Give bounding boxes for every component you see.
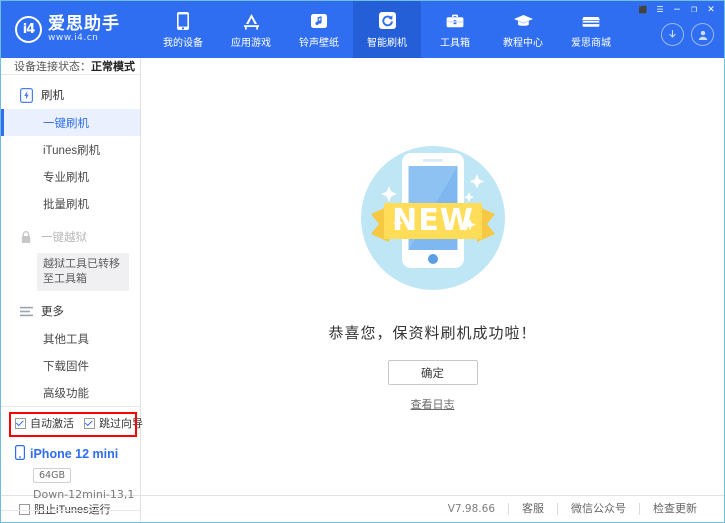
checkbox-label: 跳过向导 <box>99 415 143 431</box>
support-link[interactable]: 客服 <box>508 503 557 515</box>
wechat-link[interactable]: 微信公众号 <box>557 503 639 515</box>
sidebar: 设备连接状态：正常模式 刷机 一键刷机 iTunes刷机 专业刷机 <box>1 58 141 495</box>
sidebar-item-batch-flash[interactable]: 批量刷机 <box>1 190 140 217</box>
nav-label: 爱思商城 <box>571 34 611 49</box>
sidebar-nav: 刷机 一键刷机 iTunes刷机 专业刷机 批量刷机 <box>1 75 140 406</box>
sidebar-item-label: 批量刷机 <box>43 196 89 212</box>
app-body: 设备连接状态：正常模式 刷机 一键刷机 iTunes刷机 专业刷机 <box>1 58 724 495</box>
brand-url: www.i4.cn <box>48 34 120 43</box>
success-message: 恭喜您，保资料刷机成功啦！ <box>328 322 536 343</box>
shop-icon <box>579 10 603 31</box>
main-navigation: 我的设备 应用游戏 铃声壁纸 智能刷机 <box>149 1 625 58</box>
nav-item-my-device[interactable]: 我的设备 <box>149 1 217 58</box>
device-name: iPhone 12 mini <box>30 447 118 461</box>
status-bar-right: V7.98.66 客服 微信公众号 检查更新 <box>141 496 724 522</box>
checkbox-label: 自动激活 <box>30 415 74 431</box>
sidebar-item-pro-flash[interactable]: 专业刷机 <box>1 163 140 190</box>
nav-item-apps-games[interactable]: 应用游戏 <box>217 1 285 58</box>
sidebar-item-one-key-flash[interactable]: 一键刷机 <box>1 109 140 136</box>
music-icon <box>307 10 331 31</box>
device-model: Down-12mini-13,1 <box>33 488 140 501</box>
nav-label: 智能刷机 <box>367 34 407 49</box>
sidebar-item-label: 专业刷机 <box>43 169 89 185</box>
nav-item-tutorials[interactable]: 教程中心 <box>489 1 557 58</box>
main-content: NEW 恭喜您，保资料刷机成功啦！ 确定 查看日志 <box>141 58 724 495</box>
device-capacity: 64GB <box>33 468 71 483</box>
brand-name: 爱思助手 <box>48 15 120 33</box>
sidebar-item-label: iTunes刷机 <box>43 142 100 158</box>
checkbox-skip-wizard[interactable]: 跳过向导 <box>84 415 143 431</box>
checkbox-auto-activate[interactable]: 自动激活 <box>15 415 74 431</box>
toolbox-icon <box>443 10 467 31</box>
confirm-button[interactable]: 确定 <box>388 360 478 385</box>
svg-text:NEW: NEW <box>392 203 474 238</box>
checkbox-box[interactable] <box>15 418 26 429</box>
skin-icon[interactable]: ⬛ <box>636 4 650 16</box>
nav-item-ringtones-wallpaper[interactable]: 铃声壁纸 <box>285 1 353 58</box>
sidebar-group-label: 刷机 <box>41 87 64 103</box>
nav-label: 铃声壁纸 <box>299 34 339 49</box>
lock-icon <box>19 230 33 245</box>
connection-status-label: 设备连接状态： <box>14 58 91 74</box>
header-actions <box>661 23 714 46</box>
phone-icon <box>171 10 195 31</box>
window-controls: ⬛ ☰ − ❐ ✕ <box>636 4 718 16</box>
nav-item-toolbox[interactable]: 工具箱 <box>421 1 489 58</box>
account-icon[interactable] <box>691 23 714 46</box>
flash-icon <box>19 88 33 103</box>
sidebar-item-label: 其他工具 <box>43 331 89 347</box>
version-label: V7.98.66 <box>435 503 508 515</box>
sidebar-group-label: 一键越狱 <box>41 229 87 245</box>
sidebar-group-more[interactable]: 更多 <box>1 297 140 325</box>
refresh-icon <box>375 10 399 31</box>
menu-icon[interactable]: ☰ <box>653 4 667 16</box>
close-icon[interactable]: ✕ <box>704 4 718 16</box>
maximize-icon[interactable]: ❐ <box>687 4 701 16</box>
nav-label: 工具箱 <box>440 34 470 49</box>
jailbreak-tooltip: 越狱工具已转移至工具箱 <box>37 253 129 291</box>
nav-label: 应用游戏 <box>231 34 271 49</box>
new-phone-badge-illustration: NEW <box>341 126 525 310</box>
app-header: i4 爱思助手 www.i4.cn 我的设备 应用游戏 <box>1 1 724 58</box>
list-icon <box>19 304 33 319</box>
view-log-link[interactable]: 查看日志 <box>411 396 455 412</box>
nav-label: 教程中心 <box>503 34 543 49</box>
sidebar-item-advanced[interactable]: 高级功能 <box>1 379 140 406</box>
nav-item-store[interactable]: 爱思商城 <box>557 1 625 58</box>
connected-device[interactable]: iPhone 12 mini 64GB Down-12mini-13,1 <box>1 438 140 511</box>
app-window: i4 爱思助手 www.i4.cn 我的设备 应用游戏 <box>0 0 725 523</box>
sidebar-item-label: 下载固件 <box>43 358 89 374</box>
sidebar-item-download-firmware[interactable]: 下载固件 <box>1 352 140 379</box>
sidebar-bottom: 自动激活 跳过向导 iPhone 12 mini 64 <box>1 406 140 511</box>
sidebar-group-flash[interactable]: 刷机 <box>1 81 140 109</box>
device-name-row: iPhone 12 mini <box>15 445 140 463</box>
sidebar-item-itunes-flash[interactable]: iTunes刷机 <box>1 136 140 163</box>
sidebar-item-other-tools[interactable]: 其他工具 <box>1 325 140 352</box>
sidebar-group-label: 更多 <box>41 303 64 319</box>
nav-label: 我的设备 <box>163 34 203 49</box>
checkbox-box[interactable] <box>84 418 95 429</box>
download-icon[interactable] <box>661 23 684 46</box>
connection-status-value: 正常模式 <box>91 58 135 74</box>
brand-logo[interactable]: i4 爱思助手 www.i4.cn <box>1 15 141 43</box>
appstore-icon <box>239 10 263 31</box>
sidebar-group-jailbreak: 一键越狱 <box>1 223 140 251</box>
connection-status: 设备连接状态：正常模式 <box>1 58 140 75</box>
nav-item-smart-flash[interactable]: 智能刷机 <box>353 1 421 58</box>
brand-text: 爱思助手 www.i4.cn <box>48 15 120 43</box>
flash-options: 自动激活 跳过向导 <box>1 406 140 438</box>
phone-icon <box>15 445 25 463</box>
sidebar-item-label: 一键刷机 <box>43 115 89 131</box>
sidebar-item-label: 高级功能 <box>43 385 89 401</box>
i4-logo-icon: i4 <box>15 16 42 43</box>
minimize-icon[interactable]: − <box>670 4 684 16</box>
graduation-icon <box>511 10 535 31</box>
check-update-link[interactable]: 检查更新 <box>639 503 710 515</box>
